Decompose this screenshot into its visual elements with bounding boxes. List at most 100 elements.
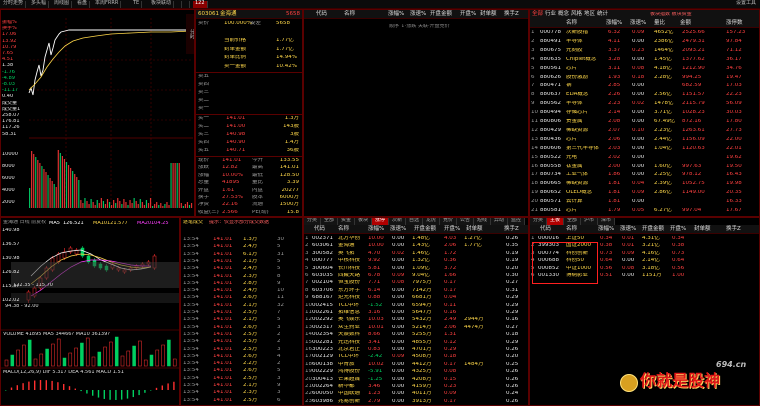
filter-tab[interactable]: 短线 [474, 218, 492, 225]
sector-row[interactable]: 19 880652 OLED概念 1.81 0.09 2.86亿 1149.00 20.35 [530, 189, 759, 197]
sector-tab[interactable]: 概念 [558, 11, 569, 18]
column-header[interactable]: 涨幅% [388, 11, 404, 18]
right-tab[interactable]: 全部 [564, 218, 582, 225]
sector-row[interactable]: 10 880494 存储芯片 2.14 0.00 3.71亿 1028.23 30.03 [530, 109, 759, 117]
filter-tab[interactable]: 自选 [406, 218, 424, 225]
right-tab[interactable]: 深市 [598, 218, 616, 225]
sector-row[interactable]: 9 880562 半导体 2.23 0.02 1478亿 2115.79 56.09 [530, 100, 759, 108]
sector-row[interactable]: 17 880734 工业气体 1.86 0.00 2.25亿 978.12 16.43 [530, 171, 759, 179]
row-index: 1 [531, 30, 535, 35]
top-tab[interactable]: 122 [193, 1, 208, 8]
board-panel[interactable]: 代码 名称 涨幅% 涨速% 开盘金额 开盘% 封单额 换手Z 顺序 ↓·涨跌 关联·开盘竞价 [303, 9, 529, 217]
volume-bar [106, 199, 109, 208]
column-header[interactable]: 涨停数 [726, 20, 743, 27]
sector-row[interactable]: 21 880581 芯片 1.79 0.05 6.27亿 997.04 17.67 [530, 207, 759, 215]
sector-row[interactable]: 8 880637 EDA概念 2.26 0.00 2.56亿 1151.57 22.23 [530, 91, 759, 99]
sector-row[interactable]: 2 880491 半导体 4.11 0.00 2386亿 2479.31 97.84 [530, 38, 759, 46]
sector-row[interactable]: 4 880635 Chiplet概念 3.28 0.00 1.45亿 1377.62 36.1… [530, 56, 759, 64]
filter-tab[interactable]: 资金 [338, 218, 356, 225]
intraday-chart-panel[interactable]: 振幅% 换手% 17.06 13.92 10.79 7.65 4.51 1.38 -1.76 -4… [0, 9, 195, 217]
filter-tab[interactable]: 板块 [355, 218, 373, 225]
top-tab[interactable]: 周线图 [52, 1, 73, 8]
column-header[interactable]: 换手Z [504, 226, 519, 233]
filter-tab[interactable]: 涨停 [372, 218, 390, 225]
sector-row[interactable]: 14 880606 第三代半导体 2.03 0.00 1.04亿 1120.63 22.01 [530, 145, 759, 153]
sector-row[interactable]: 6 880626 股份激励 1.93 0.18 2.28亿 994.25 19.47 [530, 74, 759, 82]
top-tab[interactable] [177, 1, 182, 8]
mid-table-panel[interactable]: 分类 全部 资金 板块 涨停 次新 自选 龙虎 竞价 公告 短线 异动 监控 代码 名称 涨幅% 涨速% 开盘金… [303, 217, 529, 406]
sector-row[interactable]: 15 880522 光电 2.02 0.00 19.62 [530, 154, 759, 162]
right-tab[interactable]: 分类 [530, 218, 548, 225]
right-tab[interactable]: 主板 [547, 218, 565, 225]
top-tab[interactable]: 看盘 [75, 1, 91, 8]
top-tab[interactable]: 分时走势 [1, 1, 27, 8]
column-header[interactable]: 换手Z [726, 226, 741, 233]
column-header[interactable]: 涨速% [390, 226, 406, 233]
sector-tab[interactable]: 全部 [532, 11, 543, 18]
column-header[interactable]: 封单额 [466, 226, 483, 233]
sector-row[interactable]: 1 000778 次新股指 6.32 0.09 4652亿 2525.66 157.23 [530, 29, 759, 37]
column-header[interactable]: 量比 [654, 20, 665, 27]
column-header[interactable]: 涨速% [620, 226, 636, 233]
sector-tab[interactable]: 地区 [584, 11, 595, 18]
filter-tab[interactable]: 全部 [321, 218, 339, 225]
column-header[interactable]: 开盘金额 [414, 226, 436, 233]
kline-panel[interactable]: 金海通 日线 前复权 MA5 126.521 MA10 121.577 MA20 104.… [0, 217, 180, 406]
column-header[interactable]: 封单额 [694, 226, 711, 233]
sector-row[interactable]: 11 880806 贵金属 2.08 0.00 67.49亿 872.16 17.80 [530, 118, 759, 126]
intraday-side-tab[interactable]: 分时 [186, 14, 194, 54]
ticks-panel[interactable]: 逐笔成交 提示：仅显示部分成交数据 13:54 141.01 1.3万 30 13:54… [180, 217, 303, 406]
filter-tab[interactable]: 分类 [304, 218, 322, 225]
filter-tab[interactable]: 监控 [508, 218, 526, 225]
sector-tab[interactable]: 行业 [545, 11, 556, 18]
filter-tab[interactable]: 龙虎 [423, 218, 441, 225]
sector-tab[interactable]: 风格 [571, 11, 582, 18]
column-header[interactable]: 代码 [540, 226, 551, 233]
column-header[interactable]: 开盘% [670, 226, 686, 233]
column-header[interactable]: 换手Z [504, 11, 519, 18]
mid-speed: 0.00 [392, 347, 405, 352]
right-tab[interactable]: 沪市 [581, 218, 599, 225]
sector-row[interactable]: 20 880571 云计算 1.81 0.00 16.33 [530, 198, 759, 206]
sector-row[interactable]: 13 880436 芯片 2.06 0.00 2.44亿 1156.09 22.00 [530, 136, 759, 144]
sector-row[interactable]: 12 880429 稀缺资源 2.07 0.10 2.23亿 1263.61 27.73 [530, 127, 759, 135]
sector-row[interactable]: 3 880675 光刻胶 3.37 0.23 1464亿 2093.21 71.12 [530, 47, 759, 55]
sector-row[interactable]: 7 880471 钢 2.85 0.00 682.59 17.03 [530, 82, 759, 90]
column-header[interactable]: 名称 [344, 11, 355, 18]
column-header[interactable]: 涨幅% [598, 226, 614, 233]
filter-tab[interactable]: 公告 [457, 218, 475, 225]
column-header[interactable]: 开盘金额 [430, 11, 452, 18]
column-header[interactable]: 涨速% [630, 20, 646, 27]
column-header[interactable]: 开盘% [444, 226, 460, 233]
column-header[interactable]: 金额 [680, 20, 691, 27]
column-header[interactable]: 涨幅% [368, 226, 384, 233]
top-tab[interactable]: 多头幅 [29, 1, 50, 8]
top-tab[interactable]: 板块联动 [149, 1, 175, 8]
column-header[interactable]: 开盘% [460, 11, 476, 18]
column-header[interactable]: 开盘金额 [642, 226, 664, 233]
kline-volume-bar [114, 336, 119, 367]
sector-tab[interactable]: 统计 [597, 11, 608, 18]
mid-code: 603986 [312, 398, 333, 404]
column-header[interactable]: 名称 [566, 20, 577, 27]
top-tab[interactable]: 本周FRRR [93, 1, 122, 8]
column-header[interactable]: 名称 [338, 226, 349, 233]
column-header[interactable]: 涨速% [410, 11, 426, 18]
column-header[interactable]: 代码 [314, 226, 325, 233]
top-tab[interactable] [185, 1, 190, 8]
settings-menu[interactable]: 设置工具 [734, 1, 758, 8]
top-tab[interactable]: TE [131, 1, 143, 8]
filter-tab[interactable]: 竞价 [440, 218, 458, 225]
sector-panel[interactable]: 全部 行业 概念 风格 地区 统计 板块指数 板块资金 名称 涨幅% 涨速% 量比 金额 涨停数 1… [529, 9, 760, 217]
column-header[interactable]: 涨幅% [606, 20, 622, 27]
column-header[interactable]: 名称 [566, 226, 577, 233]
filter-tab[interactable]: 次新 [389, 218, 407, 225]
column-header[interactable]: 封单额 [480, 11, 497, 18]
sector-row[interactable]: 18 880665 稀缺资源 1.81 0.04 2.39亿 1052.75 19.98 [530, 180, 759, 188]
mid-row[interactable]: 23 603986 兆易创新 2.79 0.00 3913万 0.17 0.26 [304, 398, 528, 405]
sector-row[interactable]: 5 880561 芯片 3.11 0.08 4.18亿 1212.90 34.76 [530, 65, 759, 73]
sector-row[interactable]: 16 880558 钛金属 2.00 0.00 1.60亿 997.63 19.50 [530, 163, 759, 171]
filter-tab[interactable]: 异动 [491, 218, 509, 225]
column-header[interactable]: 代码 [316, 11, 327, 18]
stat-label: 股本 [252, 195, 264, 200]
